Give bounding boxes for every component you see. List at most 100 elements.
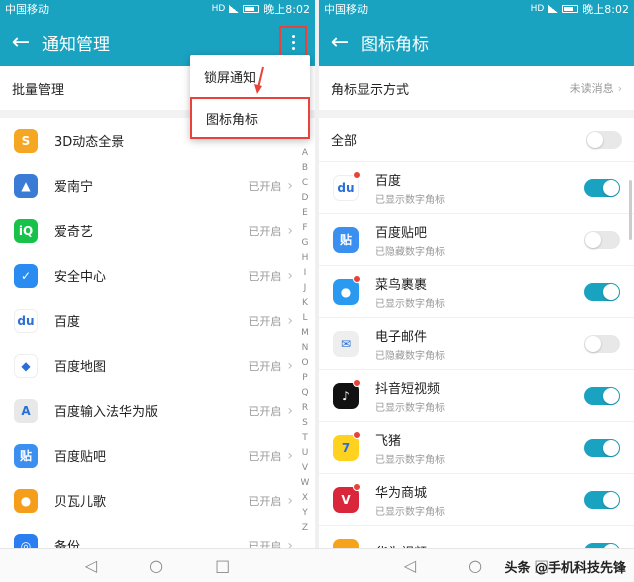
app-name: 爱奇艺 bbox=[54, 225, 94, 240]
index-letter[interactable]: N bbox=[298, 341, 312, 356]
hd-icon: HD bbox=[530, 4, 545, 14]
menu-item-icon-badge[interactable]: 图标角标 bbox=[190, 97, 310, 139]
chevron-right-icon: › bbox=[287, 357, 293, 374]
index-letter[interactable]: I bbox=[298, 266, 312, 281]
index-letter[interactable]: K bbox=[298, 296, 312, 311]
chevron-right-icon: › bbox=[287, 267, 293, 284]
index-letter[interactable]: F bbox=[298, 221, 312, 236]
index-letter[interactable]: R bbox=[298, 401, 312, 416]
index-letter[interactable]: J bbox=[298, 281, 312, 296]
index-letter[interactable]: U bbox=[298, 446, 312, 461]
badge-toggle[interactable] bbox=[584, 282, 620, 301]
app-status: 已开启 bbox=[248, 449, 282, 463]
badge-toggle[interactable] bbox=[584, 230, 620, 249]
app-list-item[interactable]: ✓ 安全中心 已开启 › bbox=[0, 253, 315, 298]
app-list-item[interactable]: ◆ 百度地图 已开启 › bbox=[0, 343, 315, 388]
section-divider bbox=[319, 110, 634, 118]
app-texts: 华为商城已显示数字角标 bbox=[375, 482, 584, 518]
index-letter[interactable]: E bbox=[298, 206, 312, 221]
chevron-right-icon: › bbox=[287, 222, 293, 239]
app-status: 已开启 bbox=[248, 359, 282, 373]
chevron-right-icon: › bbox=[617, 82, 622, 95]
signal-icon bbox=[229, 5, 240, 13]
app-name: 华为商城 bbox=[375, 485, 428, 501]
overflow-menu: 锁屏通知 图标角标 bbox=[190, 55, 310, 139]
index-letter[interactable]: Z bbox=[298, 521, 312, 536]
app-status: 已开启 bbox=[248, 224, 282, 238]
app-name: 百度贴吧 bbox=[375, 225, 428, 241]
index-letter[interactable]: Y bbox=[298, 506, 312, 521]
page-title: 通知管理 bbox=[42, 34, 110, 55]
badge-toggle[interactable] bbox=[584, 438, 620, 457]
index-letter[interactable]: V bbox=[298, 461, 312, 476]
app-name: 菜鸟裹裹 bbox=[375, 277, 428, 293]
all-toggle[interactable] bbox=[586, 130, 622, 149]
app-list-item[interactable]: iQ 爱奇艺 已开启 › bbox=[0, 208, 315, 253]
app-list-item[interactable]: ● 贝瓦儿歌 已开启 › bbox=[0, 478, 315, 523]
screens: 中国移动 HD 晚上8:02 ← 通知管理 批量管理 S 3D动态全景 ▲ 爱南宁 已开… bbox=[0, 0, 634, 582]
app-list: S 3D动态全景 ▲ 爱南宁 已开启 › iQ 爱奇艺 已开启 › ✓ 安全中心 已开启 › du 百度 已开启… bbox=[0, 118, 315, 568]
index-letter[interactable]: M bbox=[298, 326, 312, 341]
badge-app-item: ✉ 电子邮件 已隐藏数字角标 bbox=[319, 318, 634, 370]
badge-dot-icon bbox=[353, 431, 361, 439]
alphabet-index[interactable]: ABCDEFGHIJKLMNOPQRSTUVWXYZ bbox=[298, 146, 312, 536]
nav-recents-icon[interactable]: □ bbox=[215, 556, 230, 575]
index-letter[interactable]: D bbox=[298, 191, 312, 206]
nav-home-icon[interactable]: ○ bbox=[468, 556, 482, 575]
index-letter[interactable]: W bbox=[298, 476, 312, 491]
badge-app-item: du 百度 已显示数字角标 bbox=[319, 162, 634, 214]
badge-dot-icon bbox=[353, 275, 361, 283]
app-list-item[interactable]: du 百度 已开启 › bbox=[0, 298, 315, 343]
app-list-item[interactable]: A 百度输入法华为版 已开启 › bbox=[0, 388, 315, 433]
badge-toggle[interactable] bbox=[584, 386, 620, 405]
nav-back-icon[interactable]: ◁ bbox=[404, 556, 416, 575]
app-name: 百度地图 bbox=[54, 360, 107, 375]
back-arrow-icon[interactable]: ← bbox=[0, 18, 42, 66]
index-letter[interactable]: X bbox=[298, 491, 312, 506]
badge-display-mode-value: 未读消息 bbox=[569, 82, 614, 95]
app-name: 百度 bbox=[54, 315, 81, 330]
page-title: 图标角标 bbox=[361, 34, 429, 55]
index-letter[interactable]: G bbox=[298, 236, 312, 251]
index-letter[interactable]: P bbox=[298, 371, 312, 386]
menu-item-lockscreen-notification[interactable]: 锁屏通知 bbox=[190, 55, 310, 97]
index-letter[interactable]: T bbox=[298, 431, 312, 446]
app-badge-status: 已显示数字角标 bbox=[375, 298, 445, 310]
badge-app-item: 贴百度贴吧 已隐藏数字角标 bbox=[319, 214, 634, 266]
nav-back-icon[interactable]: ◁ bbox=[85, 556, 97, 575]
clock: 晚上8:02 bbox=[263, 3, 310, 16]
badge-toggle[interactable] bbox=[584, 334, 620, 353]
index-letter[interactable]: Q bbox=[298, 386, 312, 401]
app-list-item[interactable]: ▲ 爱南宁 已开启 › bbox=[0, 163, 315, 208]
chevron-right-icon: › bbox=[287, 492, 293, 509]
scrollbar[interactable] bbox=[629, 180, 632, 240]
nav-home-icon[interactable]: ○ bbox=[149, 556, 163, 575]
app-badge-status: 已显示数字角标 bbox=[375, 402, 445, 414]
index-letter[interactable]: O bbox=[298, 356, 312, 371]
app-texts: 电子邮件 已隐藏数字角标 bbox=[375, 326, 584, 362]
chevron-right-icon: › bbox=[287, 177, 293, 194]
badge-dot-icon bbox=[353, 483, 361, 491]
badge-toggle[interactable] bbox=[584, 490, 620, 509]
more-menu-button[interactable] bbox=[279, 26, 307, 58]
app-icon: S bbox=[14, 128, 38, 153]
chevron-right-icon: › bbox=[287, 312, 293, 329]
back-arrow-icon[interactable]: ← bbox=[319, 18, 361, 66]
app-name: 贝瓦儿歌 bbox=[54, 495, 107, 510]
app-name: 安全中心 bbox=[54, 270, 107, 285]
index-letter[interactable]: S bbox=[298, 416, 312, 431]
signal-icon bbox=[548, 5, 559, 13]
clock: 晚上8:02 bbox=[582, 3, 629, 16]
app-icon: ✉ bbox=[333, 330, 359, 357]
index-letter[interactable]: C bbox=[298, 176, 312, 191]
index-letter[interactable]: L bbox=[298, 311, 312, 326]
badge-display-mode-row[interactable]: 角标显示方式 未读消息 › bbox=[319, 66, 634, 110]
app-list-item[interactable]: 贴 百度贴吧 已开启 › bbox=[0, 433, 315, 478]
index-letter[interactable]: A bbox=[298, 146, 312, 161]
badge-app-item: ● 菜鸟裹裹 已显示数字角标 bbox=[319, 266, 634, 318]
index-letter[interactable]: B bbox=[298, 161, 312, 176]
app-badge-status: 已显示数字角标 bbox=[375, 506, 445, 518]
app-icon: iQ bbox=[14, 218, 38, 243]
index-letter[interactable]: H bbox=[298, 251, 312, 266]
badge-toggle[interactable] bbox=[584, 178, 620, 197]
